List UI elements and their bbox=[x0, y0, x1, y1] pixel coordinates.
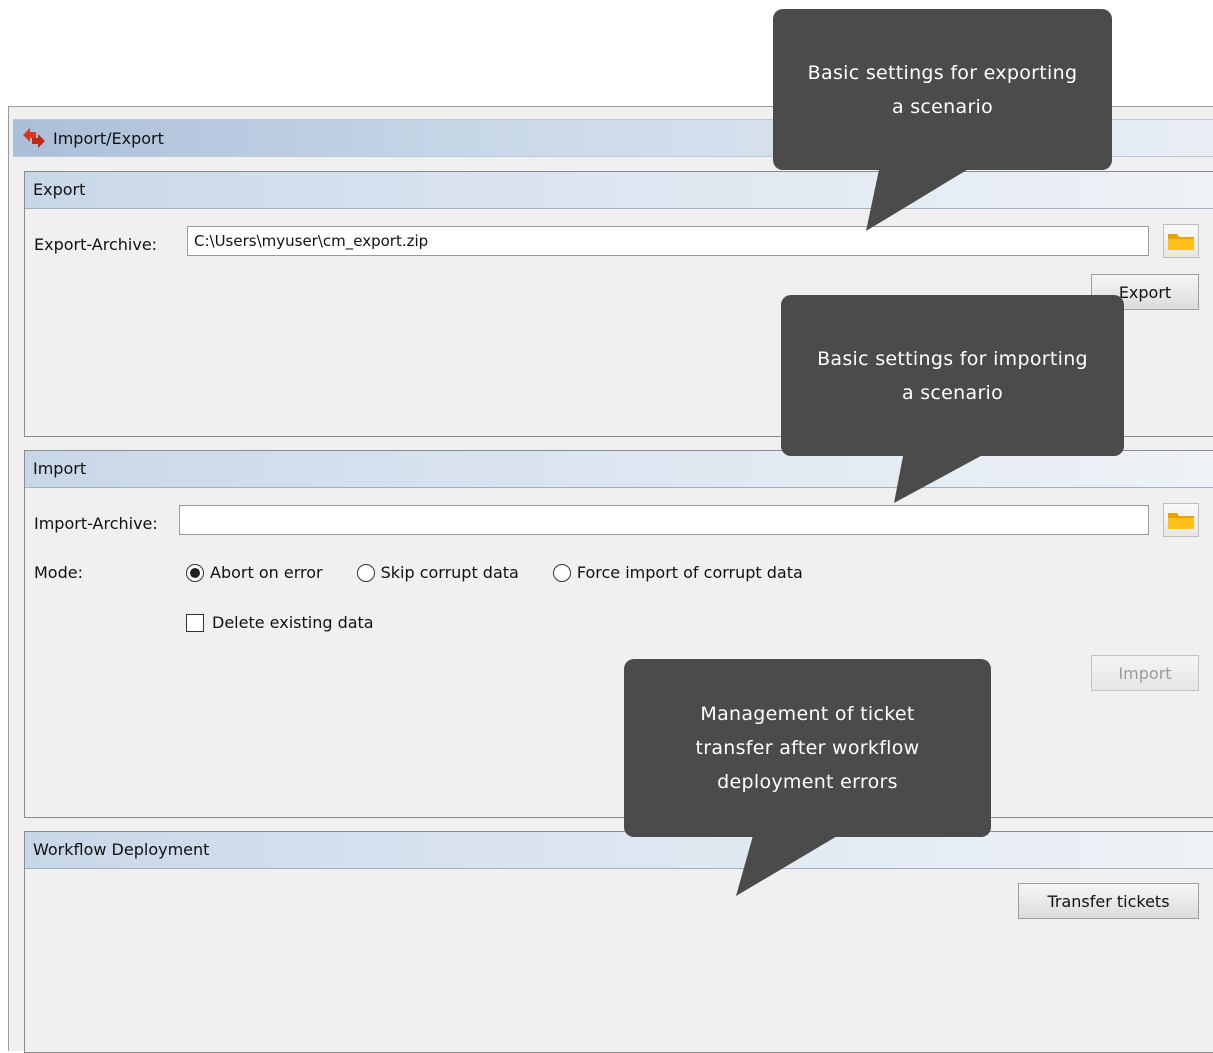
import-panel-header: Import bbox=[25, 451, 1213, 488]
mode-force-label: Force import of corrupt data bbox=[576, 563, 803, 582]
mode-skip-label: Skip corrupt data bbox=[380, 563, 519, 582]
export-callout-line2: a scenario bbox=[891, 95, 994, 118]
import-panel: Import Import-Archive: Mode: Abort on er… bbox=[24, 450, 1213, 818]
export-browse-button[interactable] bbox=[1163, 224, 1199, 258]
mode-force-import[interactable]: Force import of corrupt data bbox=[552, 563, 803, 582]
transfer-tickets-button[interactable]: Transfer tickets bbox=[1018, 883, 1199, 919]
mode-abort-label: Abort on error bbox=[210, 563, 323, 582]
export-panel-header: Export bbox=[25, 172, 1213, 209]
import-browse-button[interactable] bbox=[1163, 503, 1199, 537]
swap-arrows-icon bbox=[23, 128, 45, 148]
workflow-callout-line3: deployment errors bbox=[717, 771, 898, 793]
workflow-callout-tail bbox=[736, 832, 844, 896]
mode-radio-group: Abort on error Skip corrupt data Force i… bbox=[186, 563, 837, 582]
mode-skip-corrupt-data[interactable]: Skip corrupt data bbox=[356, 563, 519, 582]
workflow-panel-header: Workflow Deployment bbox=[25, 832, 1213, 869]
export-callout-line1: Basic settings for exporting bbox=[807, 61, 1078, 84]
export-callout-tail bbox=[866, 165, 975, 231]
export-archive-label: Export-Archive: bbox=[34, 235, 158, 254]
import-callout-line1: Basic settings for importing bbox=[817, 347, 1088, 370]
workflow-deployment-panel: Workflow Deployment Transfer tickets bbox=[24, 831, 1213, 1053]
window-title: Import/Export bbox=[53, 128, 164, 148]
import-archive-input[interactable] bbox=[179, 505, 1149, 535]
workflow-callout-line2: transfer after workflow bbox=[695, 737, 920, 759]
import-callout: Basic settings for importing a scenario bbox=[781, 295, 1124, 456]
delete-existing-data-checkbox[interactable] bbox=[186, 613, 204, 632]
radio-abort-on-error[interactable] bbox=[186, 563, 204, 582]
delete-existing-data-label: Delete existing data bbox=[212, 613, 374, 632]
workflow-callout-line1: Management of ticket bbox=[700, 703, 915, 725]
radio-force-import[interactable] bbox=[552, 563, 571, 582]
export-archive-input[interactable]: C:\Users\myuser\cm_export.zip bbox=[187, 226, 1149, 256]
workflow-callout: Management of ticket transfer after work… bbox=[624, 659, 991, 837]
folder-icon bbox=[1168, 513, 1194, 529]
import-callout-tail bbox=[894, 451, 990, 503]
mode-label: Mode: bbox=[34, 563, 83, 582]
mode-abort-on-error[interactable]: Abort on error bbox=[186, 563, 323, 582]
import-archive-label: Import-Archive: bbox=[34, 514, 158, 533]
import-export-window: Import/Export Export Export-Archive: C:\… bbox=[8, 106, 1213, 1053]
radio-skip-corrupt-data[interactable] bbox=[356, 563, 375, 582]
delete-existing-data-option[interactable]: Delete existing data bbox=[186, 613, 374, 632]
export-callout: Basic settings for exporting a scenario bbox=[773, 9, 1112, 170]
import-button[interactable]: Import bbox=[1091, 655, 1199, 691]
import-callout-line2: a scenario bbox=[901, 381, 1004, 404]
folder-icon bbox=[1168, 234, 1194, 250]
